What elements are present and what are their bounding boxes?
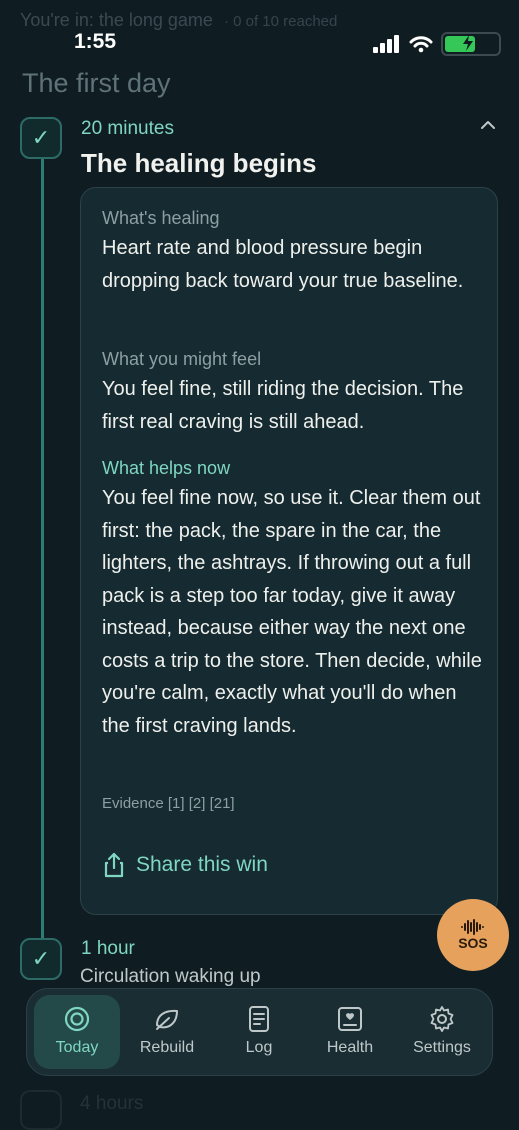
share-label: Share this win	[136, 853, 268, 876]
milestone-check-icon	[20, 1090, 62, 1130]
helps-label: What helps now	[102, 458, 231, 478]
milestone-detail-card: What's healing Heart rate and blood pres…	[80, 187, 498, 915]
target-icon	[64, 1006, 90, 1032]
milestone-time: 4 hours	[80, 1093, 144, 1114]
signal-icon	[373, 35, 399, 53]
tab-log[interactable]: Log	[216, 995, 302, 1069]
gear-icon	[430, 1006, 454, 1032]
milestone-title: The healing begins	[81, 148, 317, 178]
battery-icon	[441, 32, 501, 56]
milestone-time: 1 hour	[81, 938, 135, 959]
tab-today[interactable]: Today	[34, 995, 120, 1069]
tab-bar: Today Rebuild Log Health Settings	[26, 988, 493, 1076]
healing-text: Heart rate and blood pressure begin drop…	[102, 237, 464, 292]
feel-text: You feel fine, still riding the decision…	[102, 378, 464, 433]
tab-label: Health	[326, 1039, 374, 1056]
tab-label: Today	[55, 1039, 99, 1056]
milestone-check-icon: ✓	[20, 938, 62, 980]
tab-label: Settings	[413, 1039, 471, 1056]
health-card-icon	[338, 1007, 362, 1031]
helps-text: You feel fine now, so use it. Clear them…	[102, 487, 482, 737]
share-button[interactable]: Share this win	[102, 852, 268, 878]
tab-rebuild[interactable]: Rebuild	[124, 995, 210, 1069]
sos-button[interactable]: SOS	[437, 899, 509, 971]
status-bar: 1:55	[0, 26, 519, 60]
timeline-rail	[41, 158, 44, 948]
leaf-icon	[156, 1009, 178, 1030]
soundwave-icon	[461, 919, 484, 935]
healing-label: What's healing	[102, 208, 220, 228]
milestone-time: 20 minutes	[81, 118, 174, 139]
wifi-icon	[409, 36, 433, 53]
evidence-links[interactable]: Evidence [1] [2] [21]	[102, 795, 235, 812]
chevron-up-icon[interactable]	[479, 116, 497, 134]
section-title: The first day	[22, 68, 171, 98]
milestone-title: Circulation waking up	[80, 966, 261, 987]
feel-label: What you might feel	[102, 349, 262, 369]
share-icon	[104, 852, 124, 878]
tab-label: Log	[245, 1039, 273, 1056]
status-time: 1:55	[74, 30, 117, 53]
status-icons	[373, 32, 501, 56]
sos-label: SOS	[458, 935, 488, 951]
tab-settings[interactable]: Settings	[399, 995, 485, 1069]
tab-label: Rebuild	[139, 1039, 195, 1056]
milestone-check-icon: ✓	[20, 117, 62, 159]
document-icon	[249, 1006, 269, 1032]
tab-health[interactable]: Health	[307, 995, 393, 1069]
